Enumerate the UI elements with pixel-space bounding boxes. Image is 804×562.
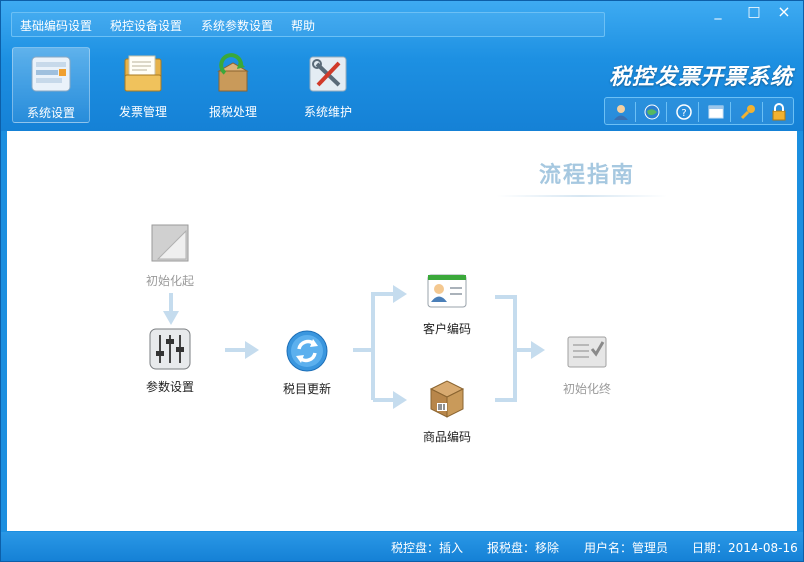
package-box-icon: [429, 380, 465, 418]
step-label: 税目更新: [282, 382, 331, 396]
sliders-icon: [149, 328, 191, 370]
refresh-icon: [286, 330, 328, 372]
nav-label: 报税处理: [208, 105, 257, 119]
flow-guide-panel: 流程指南 初始化起 参数设置 税目更新 客户编码 商品编码 初始化终: [7, 131, 797, 531]
branch-left: [371, 292, 395, 400]
minimize-button[interactable]: _: [707, 4, 729, 22]
menu-system-params[interactable]: 系统参数设置: [201, 17, 273, 34]
svg-text:?: ?: [681, 108, 686, 119]
toolbar-separator: [666, 102, 667, 122]
step-tax-update[interactable]: 税目更新: [267, 329, 347, 397]
invoice-folder-icon: [124, 55, 162, 92]
step-label: 客户编码: [422, 322, 471, 336]
nav-tax-report[interactable]: 报税处理: [194, 47, 272, 123]
maximize-button[interactable]: □: [743, 4, 765, 22]
menu-bar: 基础编码设置 税控设备设置 系统参数设置 帮助: [11, 12, 605, 37]
checklist-icon: [567, 336, 607, 368]
step-init-start[interactable]: 初始化起: [130, 221, 210, 289]
step-params[interactable]: 参数设置: [130, 327, 210, 395]
menu-tax-device[interactable]: 税控设备设置: [110, 17, 182, 34]
step-init-end[interactable]: 初始化终: [547, 329, 627, 397]
flow-arrows: [163, 285, 545, 409]
user-icon[interactable]: [610, 101, 632, 123]
maintenance-tools-icon: [309, 56, 347, 92]
status-bar: 税控盘：插入 报税盘：移除 用户名：管理员 日期：2014-08-16: [1, 532, 803, 561]
id-card-icon: [427, 274, 467, 308]
step-label: 商品编码: [422, 430, 471, 444]
settings-panel-icon: [31, 56, 71, 92]
help-icon[interactable]: ?: [673, 101, 695, 123]
status-date: 日期：2014-08-16: [692, 541, 798, 555]
tax-report-box-icon: [217, 53, 249, 92]
globe-icon[interactable]: [641, 101, 663, 123]
status-tax-disk: 税控盘：插入: [391, 541, 464, 555]
set-square-icon: [151, 224, 189, 262]
app-title: 税控发票开票系统: [608, 65, 793, 90]
status-username: 用户名：管理员: [584, 541, 669, 555]
lock-icon[interactable]: [768, 101, 790, 123]
nav-invoice-management[interactable]: 发票管理: [104, 47, 182, 123]
step-label: 初始化起: [145, 274, 194, 288]
toolbar-separator: [730, 102, 731, 122]
nav-label: 发票管理: [118, 105, 167, 119]
nav-label: 系统维护: [303, 105, 352, 119]
nav-system-settings[interactable]: 系统设置: [12, 47, 90, 123]
step-label: 参数设置: [145, 380, 194, 394]
toolbar-separator: [762, 102, 763, 122]
status-report-disk: 报税盘：移除: [487, 541, 560, 555]
merge-right: [495, 295, 517, 402]
header: 基础编码设置 税控设备设置 系统参数设置 帮助 _ □ × 系统设置 发票管理 …: [1, 1, 803, 131]
menu-basic-coding[interactable]: 基础编码设置: [20, 17, 92, 34]
key-icon[interactable]: [737, 101, 759, 123]
toolbar: ?: [604, 97, 794, 125]
nav-system-maintenance[interactable]: 系统维护: [289, 47, 367, 123]
window-icon[interactable]: [705, 101, 727, 123]
menu-help[interactable]: 帮助: [291, 17, 315, 34]
step-customer-code[interactable]: 客户编码: [407, 269, 487, 337]
nav-label: 系统设置: [26, 106, 75, 120]
step-label: 初始化终: [562, 382, 611, 396]
step-product-code[interactable]: 商品编码: [407, 377, 487, 445]
app-window: 基础编码设置 税控设备设置 系统参数设置 帮助 _ □ × 系统设置 发票管理 …: [0, 0, 804, 562]
close-button[interactable]: ×: [773, 4, 795, 22]
toolbar-separator: [698, 102, 699, 122]
toolbar-separator: [635, 102, 636, 122]
